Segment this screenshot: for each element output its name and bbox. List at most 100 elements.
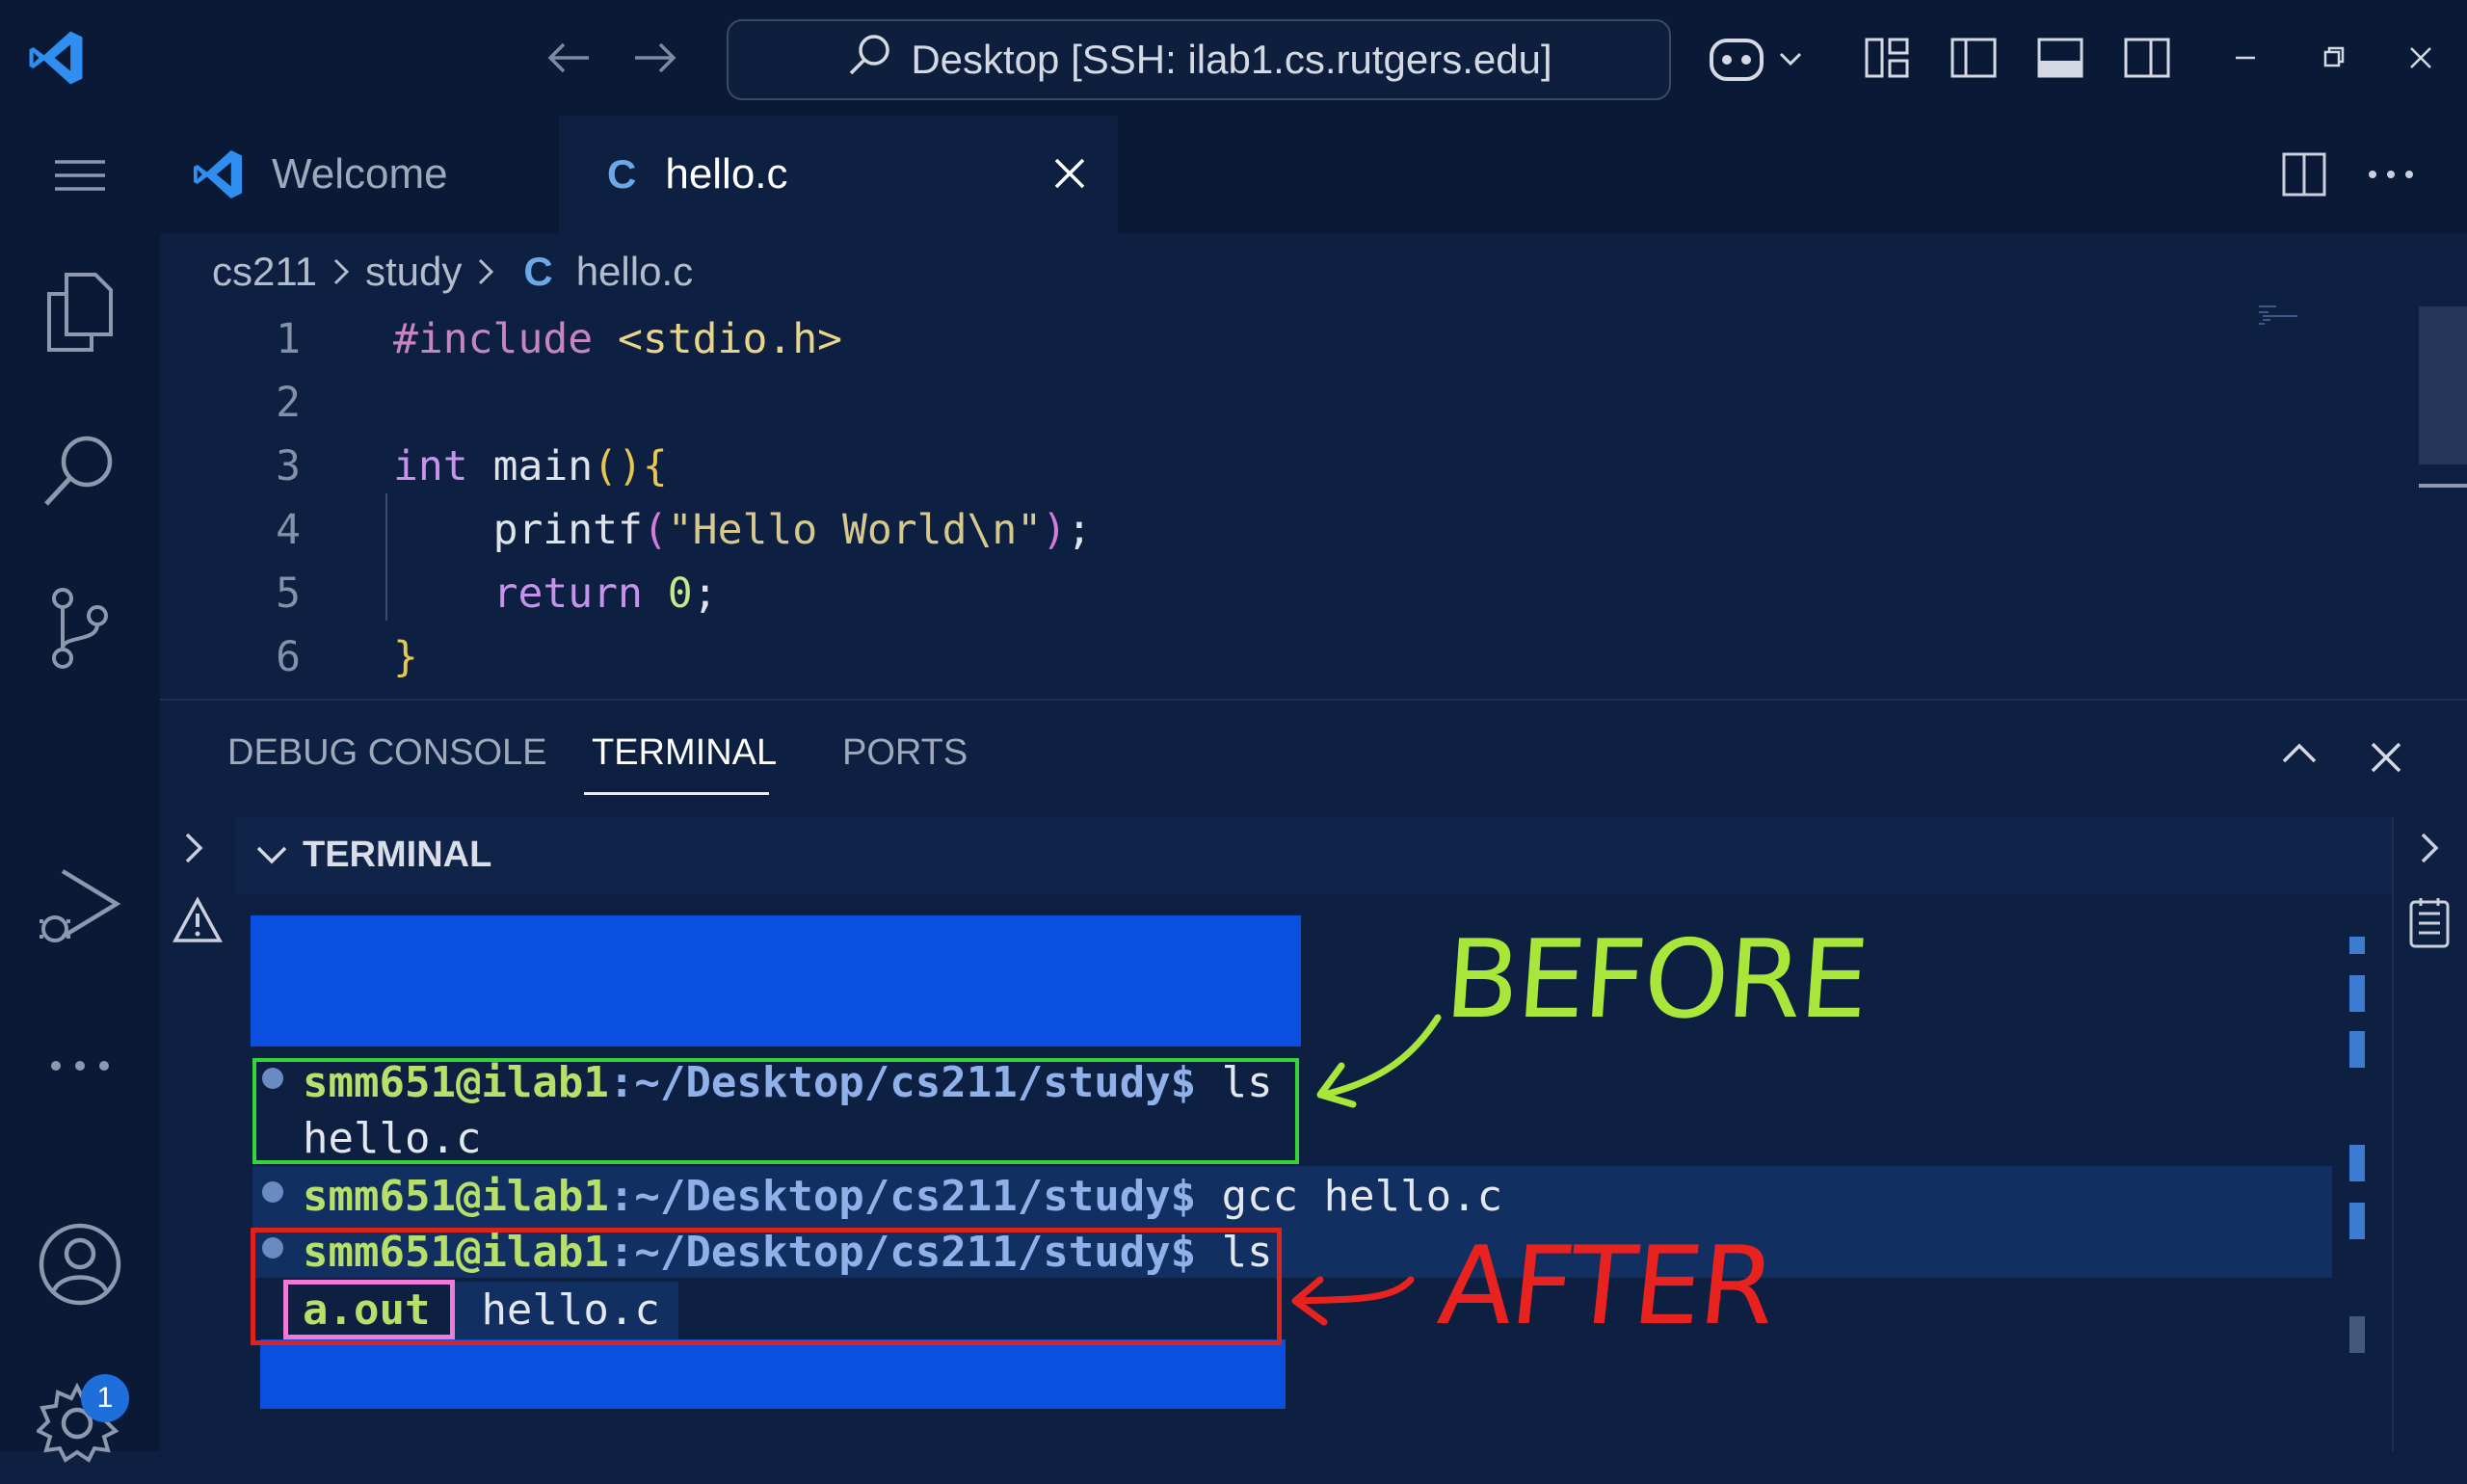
copilot-icon[interactable] [1706, 27, 1812, 89]
restore-icon[interactable] [2305, 35, 2363, 81]
tab-terminal[interactable]: TERMINAL [592, 732, 777, 774]
chevron-right-icon[interactable] [179, 829, 218, 867]
search-text: Desktop [SSH: ilab1.cs.rutgers.edu] [911, 37, 1552, 82]
scroll-marker [2349, 1203, 2365, 1239]
code-line: 3 int main(){ [160, 437, 668, 495]
chevron-right-icon[interactable] [2415, 829, 2454, 867]
code-line: 5 return 0; [160, 565, 718, 623]
command-decoration-dot[interactable] [262, 1181, 283, 1203]
minimap[interactable] [2259, 305, 2317, 328]
search-icon [845, 31, 893, 89]
explorer-icon[interactable] [0, 252, 160, 368]
paren: ) [1042, 506, 1068, 554]
number-literal: 0 [667, 570, 693, 618]
indent-guide [385, 493, 387, 621]
terminal-section-title: TERMINAL [303, 835, 492, 875]
tab-bar: Welcome C hello.c [160, 116, 2467, 233]
scroll-marker [2349, 1031, 2365, 1068]
close-window-icon[interactable] [2392, 35, 2450, 81]
brace: { [642, 442, 668, 490]
panel-divider [160, 699, 2467, 701]
breadcrumb-item[interactable]: hello.c [576, 249, 693, 295]
forward-arrow-icon[interactable] [626, 29, 684, 87]
scroll-indicator [2419, 484, 2467, 488]
function-name: main [492, 442, 594, 490]
search-icon[interactable] [0, 412, 160, 528]
c-file-icon: C [523, 249, 553, 294]
tab-ports[interactable]: PORTS [842, 732, 968, 774]
command-text: gcc hello.c [1196, 1171, 1503, 1221]
tab-welcome[interactable]: Welcome [160, 116, 557, 233]
menu-icon[interactable] [0, 118, 160, 233]
breadcrumb: cs211 study C hello.c [212, 243, 693, 301]
prompt-path: :~/Desktop/cs211/study$ [608, 1171, 1197, 1221]
line-number: 5 [276, 570, 301, 618]
redacted-block [260, 1339, 1286, 1409]
toggle-sidebar-icon[interactable] [1947, 31, 2001, 85]
close-tab-icon[interactable] [1050, 154, 1089, 193]
source-control-icon[interactable] [0, 570, 160, 686]
line-number: 2 [276, 379, 301, 427]
code-line: 4 printf("Hello World\n"); [160, 501, 1092, 559]
after-arrow-icon [1286, 1262, 1420, 1339]
more-icon[interactable] [0, 1008, 160, 1124]
breadcrumb-item[interactable]: cs211 [212, 249, 317, 295]
type-keyword: int [393, 442, 468, 490]
back-arrow-icon[interactable] [540, 29, 597, 87]
before-annotation-label: BEFORE [1441, 917, 1871, 1043]
settings-badge: 1 [81, 1374, 129, 1422]
before-arrow-icon [1311, 1012, 1446, 1118]
split-editor-icon[interactable] [2280, 150, 2328, 199]
c-file-icon: C [607, 151, 637, 197]
breadcrumb-item[interactable]: study [365, 249, 462, 295]
code-line: 2 [160, 374, 393, 432]
tab-hello-c[interactable]: C hello.c [559, 116, 1118, 233]
code-line: 1 #include <stdio.h> [160, 310, 842, 368]
paren: ( [642, 506, 668, 554]
activity-bar: 1 [0, 116, 160, 1463]
return-keyword: return [492, 570, 643, 618]
command-center-search[interactable]: Desktop [SSH: ilab1.cs.rutgers.edu] [727, 19, 1671, 100]
editor-scrollbar[interactable] [2419, 306, 2467, 464]
vscode-logo-icon [19, 21, 93, 94]
terminal-section-header[interactable]: TERMINAL [235, 817, 2392, 894]
run-debug-icon[interactable] [0, 850, 160, 966]
chevron-right-icon [331, 255, 352, 288]
tab-label: Welcome [272, 150, 448, 198]
function-call: printf [492, 506, 643, 554]
tab-label: hello.c [665, 150, 788, 198]
title-bar: Desktop [SSH: ilab1.cs.rutgers.edu] [0, 0, 2467, 116]
paren: () [593, 442, 643, 490]
tab-debug-console[interactable]: DEBUG CONSOLE [227, 732, 547, 774]
terminal-line: smm651@ilab1:~/Desktop/cs211/study$ gcc … [303, 1168, 1502, 1224]
after-annotation-label: AFTER [1433, 1224, 1780, 1349]
chevron-down-icon [252, 840, 291, 869]
toggle-secondary-sidebar-icon[interactable] [2120, 31, 2174, 85]
a-out-highlight-box [283, 1280, 455, 1339]
before-highlight-box [252, 1058, 1299, 1164]
account-icon[interactable] [0, 1206, 160, 1322]
scroll-marker [2349, 975, 2365, 1012]
more-actions-icon[interactable] [2367, 150, 2425, 199]
customize-layout-icon[interactable] [1860, 31, 1914, 85]
semicolon: ; [1067, 506, 1092, 554]
close-panel-icon[interactable] [2367, 738, 2415, 781]
string-literal: "Hello World\n" [667, 506, 1043, 554]
code-line: 6} [160, 628, 418, 686]
settings-gear-icon[interactable] [0, 1368, 160, 1484]
warning-icon[interactable] [172, 896, 224, 948]
terminal-list-icon[interactable] [2407, 894, 2455, 950]
vscode-tab-icon [189, 146, 247, 203]
maximize-panel-icon[interactable] [2278, 738, 2336, 781]
semicolon: ; [692, 570, 718, 618]
prompt-user: smm651@ilab1 [303, 1171, 609, 1221]
scroll-marker [2349, 1145, 2365, 1181]
minimize-icon[interactable] [2216, 35, 2274, 81]
line-number: 4 [276, 506, 301, 554]
scroll-marker [2349, 937, 2365, 954]
header-name: <stdio.h> [618, 315, 842, 363]
include-keyword: #include [393, 315, 594, 363]
line-number: 1 [276, 315, 301, 363]
scroll-marker [2349, 1316, 2365, 1353]
toggle-panel-icon[interactable] [2033, 31, 2087, 85]
